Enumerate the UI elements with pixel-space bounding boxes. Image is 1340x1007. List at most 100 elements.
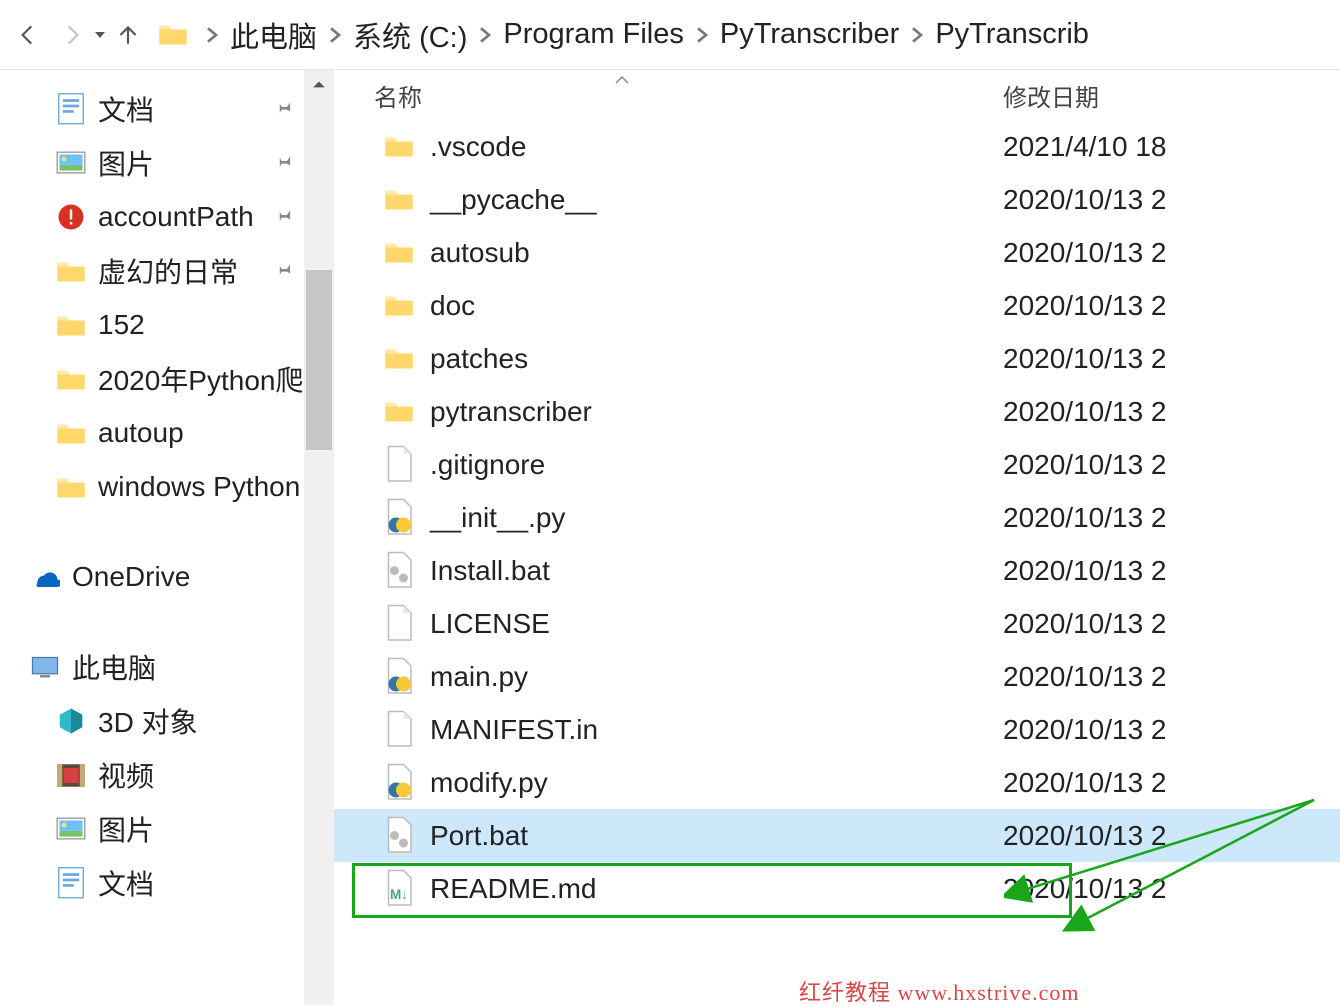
file-name: autosub — [430, 237, 530, 269]
file-row[interactable]: LICENSE2020/10/13 2 — [334, 597, 1340, 650]
file-name: modify.py — [430, 767, 548, 799]
chevron-right-icon[interactable] — [477, 18, 493, 51]
chevron-right-icon[interactable] — [909, 18, 925, 51]
sidebar-onedrive[interactable]: OneDrive — [0, 550, 334, 604]
sidebar-item[interactable]: 文档 — [0, 856, 334, 910]
file-row[interactable]: autosub 2020/10/13 2 — [334, 226, 1340, 279]
file-date: 2020/10/13 2 — [999, 396, 1340, 428]
chevron-right-icon[interactable] — [204, 18, 220, 51]
pin-icon — [272, 147, 294, 179]
md-icon: M↓ — [384, 874, 414, 904]
file-row[interactable]: __pycache__ 2020/10/13 2 — [334, 173, 1340, 226]
column-header[interactable]: 名称 修改日期 — [334, 70, 1340, 120]
crumb-1[interactable]: 系统 (C:) — [353, 14, 467, 56]
toolbar: 此电脑 系统 (C:) Program Files PyTranscriber … — [0, 0, 1340, 70]
pic-icon — [56, 814, 86, 844]
file-name: Install.bat — [430, 555, 550, 587]
sidebar-item[interactable]: 图片 — [0, 802, 334, 856]
sidebar-item-label: 图片 — [98, 809, 154, 849]
sidebar-item[interactable]: autoup — [0, 406, 334, 460]
folder-icon — [56, 256, 86, 286]
crumb-2[interactable]: Program Files — [503, 18, 684, 51]
file-name: LICENSE — [430, 608, 550, 640]
sidebar-thispc[interactable]: 此电脑 — [0, 640, 334, 694]
recent-dropdown[interactable] — [94, 29, 106, 41]
file-date: 2020/10/13 2 — [999, 555, 1340, 587]
nav-forward-button[interactable] — [50, 13, 94, 57]
doc-icon — [56, 94, 86, 124]
file-row[interactable]: main.py2020/10/13 2 — [334, 650, 1340, 703]
sidebar-item[interactable]: accountPath — [0, 190, 334, 244]
chevron-right-icon[interactable] — [694, 18, 710, 51]
sidebar-item-label: 152 — [98, 309, 145, 341]
file-icon — [384, 715, 414, 745]
file-date: 2020/10/13 2 — [999, 290, 1340, 322]
folder-icon — [384, 185, 414, 215]
file-name: Port.bat — [430, 820, 528, 852]
video-icon — [56, 760, 86, 790]
crumb-0[interactable]: 此电脑 — [230, 14, 317, 56]
pin-icon — [272, 201, 294, 233]
alert-folder-icon — [56, 202, 86, 232]
bat-icon — [384, 821, 414, 851]
file-row[interactable]: patches 2020/10/13 2 — [334, 332, 1340, 385]
bat-icon — [384, 556, 414, 586]
file-row[interactable]: .vscode 2021/4/10 18 — [334, 120, 1340, 173]
nav-back-button[interactable] — [6, 13, 50, 57]
sidebar-item-label: 图片 — [98, 143, 154, 183]
file-date: 2020/10/13 2 — [999, 820, 1340, 852]
file-row[interactable]: modify.py2020/10/13 2 — [334, 756, 1340, 809]
file-name: README.md — [430, 873, 596, 905]
file-row[interactable]: MANIFEST.in2020/10/13 2 — [334, 703, 1340, 756]
sidebar-item-label: OneDrive — [72, 561, 190, 593]
nav-up-button[interactable] — [106, 13, 150, 57]
sidebar-item[interactable]: windows Python — [0, 460, 334, 514]
py-icon — [384, 503, 414, 533]
file-date: 2020/10/13 2 — [999, 502, 1340, 534]
file-date: 2020/10/13 2 — [999, 237, 1340, 269]
sidebar-item[interactable]: 视频 — [0, 748, 334, 802]
py-icon — [384, 662, 414, 692]
file-name: patches — [430, 343, 528, 375]
sidebar-item[interactable]: 2020年Python爬 — [0, 352, 334, 406]
file-date: 2020/10/13 2 — [999, 449, 1340, 481]
file-row[interactable]: __init__.py2020/10/13 2 — [334, 491, 1340, 544]
chevron-right-icon[interactable] — [327, 18, 343, 51]
folder-icon — [384, 238, 414, 268]
file-date: 2020/10/13 2 — [999, 873, 1340, 905]
crumb-4[interactable]: PyTranscrib — [935, 18, 1089, 51]
sidebar-item-label: 此电脑 — [72, 647, 156, 687]
file-row[interactable]: doc 2020/10/13 2 — [334, 279, 1340, 332]
file-name: .gitignore — [430, 449, 545, 481]
file-list[interactable]: .vscode 2021/4/10 18 __pycache__ 2020/10/13… — [334, 120, 1340, 1005]
file-name: .vscode — [430, 131, 527, 163]
sidebar-item-label: autoup — [98, 417, 184, 449]
file-icon — [384, 450, 414, 480]
file-row[interactable]: Install.bat 2020/10/13 2 — [334, 544, 1340, 597]
column-name[interactable]: 名称 — [334, 78, 999, 113]
file-row[interactable]: pytranscriber2020/10/13 2 — [334, 385, 1340, 438]
sidebar-item[interactable]: 152 — [0, 298, 334, 352]
file-date: 2021/4/10 18 — [999, 131, 1340, 163]
py-icon — [384, 768, 414, 798]
file-row[interactable]: .gitignore 2020/10/13 2 — [334, 438, 1340, 491]
pin-icon — [272, 93, 294, 125]
file-date: 2020/10/13 2 — [999, 343, 1340, 375]
scroll-thumb[interactable] — [306, 270, 332, 450]
file-date: 2020/10/13 2 — [999, 184, 1340, 216]
crumb-3[interactable]: PyTranscriber — [720, 18, 899, 51]
sidebar-item[interactable]: 文档 — [0, 82, 334, 136]
sidebar-item[interactable]: 3D 对象 — [0, 694, 334, 748]
scroll-up-icon[interactable] — [304, 70, 334, 100]
file-row[interactable]: M↓ README.md 2020/10/13 2 — [334, 862, 1340, 915]
file-date: 2020/10/13 2 — [999, 714, 1340, 746]
file-name: __pycache__ — [430, 184, 597, 216]
file-row[interactable]: Port.bat 2020/10/13 2 — [334, 809, 1340, 862]
sidebar-scrollbar[interactable] — [304, 70, 334, 1005]
column-date[interactable]: 修改日期 — [999, 78, 1340, 113]
breadcrumb[interactable]: 此电脑 系统 (C:) Program Files PyTranscriber … — [158, 14, 1089, 56]
sidebar-item[interactable]: 虚幻的日常 — [0, 244, 334, 298]
svg-text:M↓: M↓ — [390, 887, 408, 902]
file-name: doc — [430, 290, 475, 322]
sidebar-item[interactable]: 图片 — [0, 136, 334, 190]
